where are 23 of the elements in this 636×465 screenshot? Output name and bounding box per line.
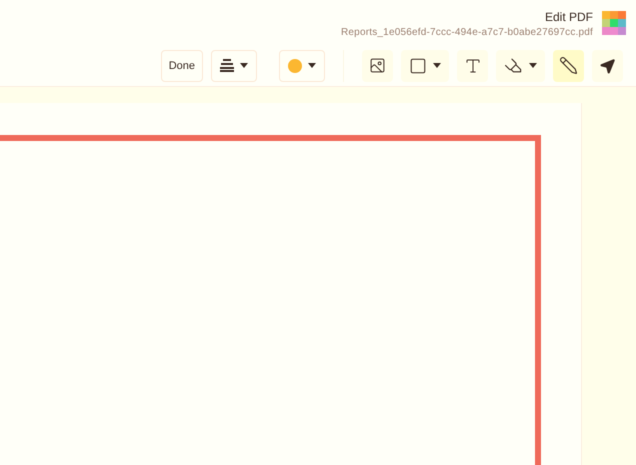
- marker-icon: [504, 56, 523, 76]
- rectangle-icon: [409, 56, 427, 75]
- text-icon: [464, 56, 482, 75]
- app-logo-icon: [602, 11, 626, 35]
- rectangle-tool[interactable]: [401, 50, 449, 82]
- done-button[interactable]: Done: [160, 50, 203, 82]
- color-picker-button[interactable]: [279, 50, 325, 82]
- image-tool[interactable]: [362, 50, 393, 82]
- caret-icon: [308, 63, 316, 68]
- window-title: Edit PDF: [544, 9, 593, 25]
- pencil-icon: [559, 56, 578, 76]
- pencil-tool[interactable]: [553, 50, 584, 82]
- marker-tool[interactable]: [496, 50, 545, 82]
- text-tool[interactable]: [457, 50, 488, 82]
- cursor-tool[interactable]: [592, 50, 623, 82]
- line-weight-icon: [220, 59, 234, 72]
- image-icon: [369, 57, 386, 74]
- file-name: Reports_1e056efd-7ccc-494e-a7c7-b0abe27697cc.pdf: [341, 26, 593, 40]
- cursor-icon: [598, 56, 616, 75]
- line-weight-button[interactable]: [211, 50, 257, 82]
- caret-icon: [240, 63, 248, 68]
- caret-icon: [433, 63, 441, 68]
- caret-icon: [529, 63, 537, 68]
